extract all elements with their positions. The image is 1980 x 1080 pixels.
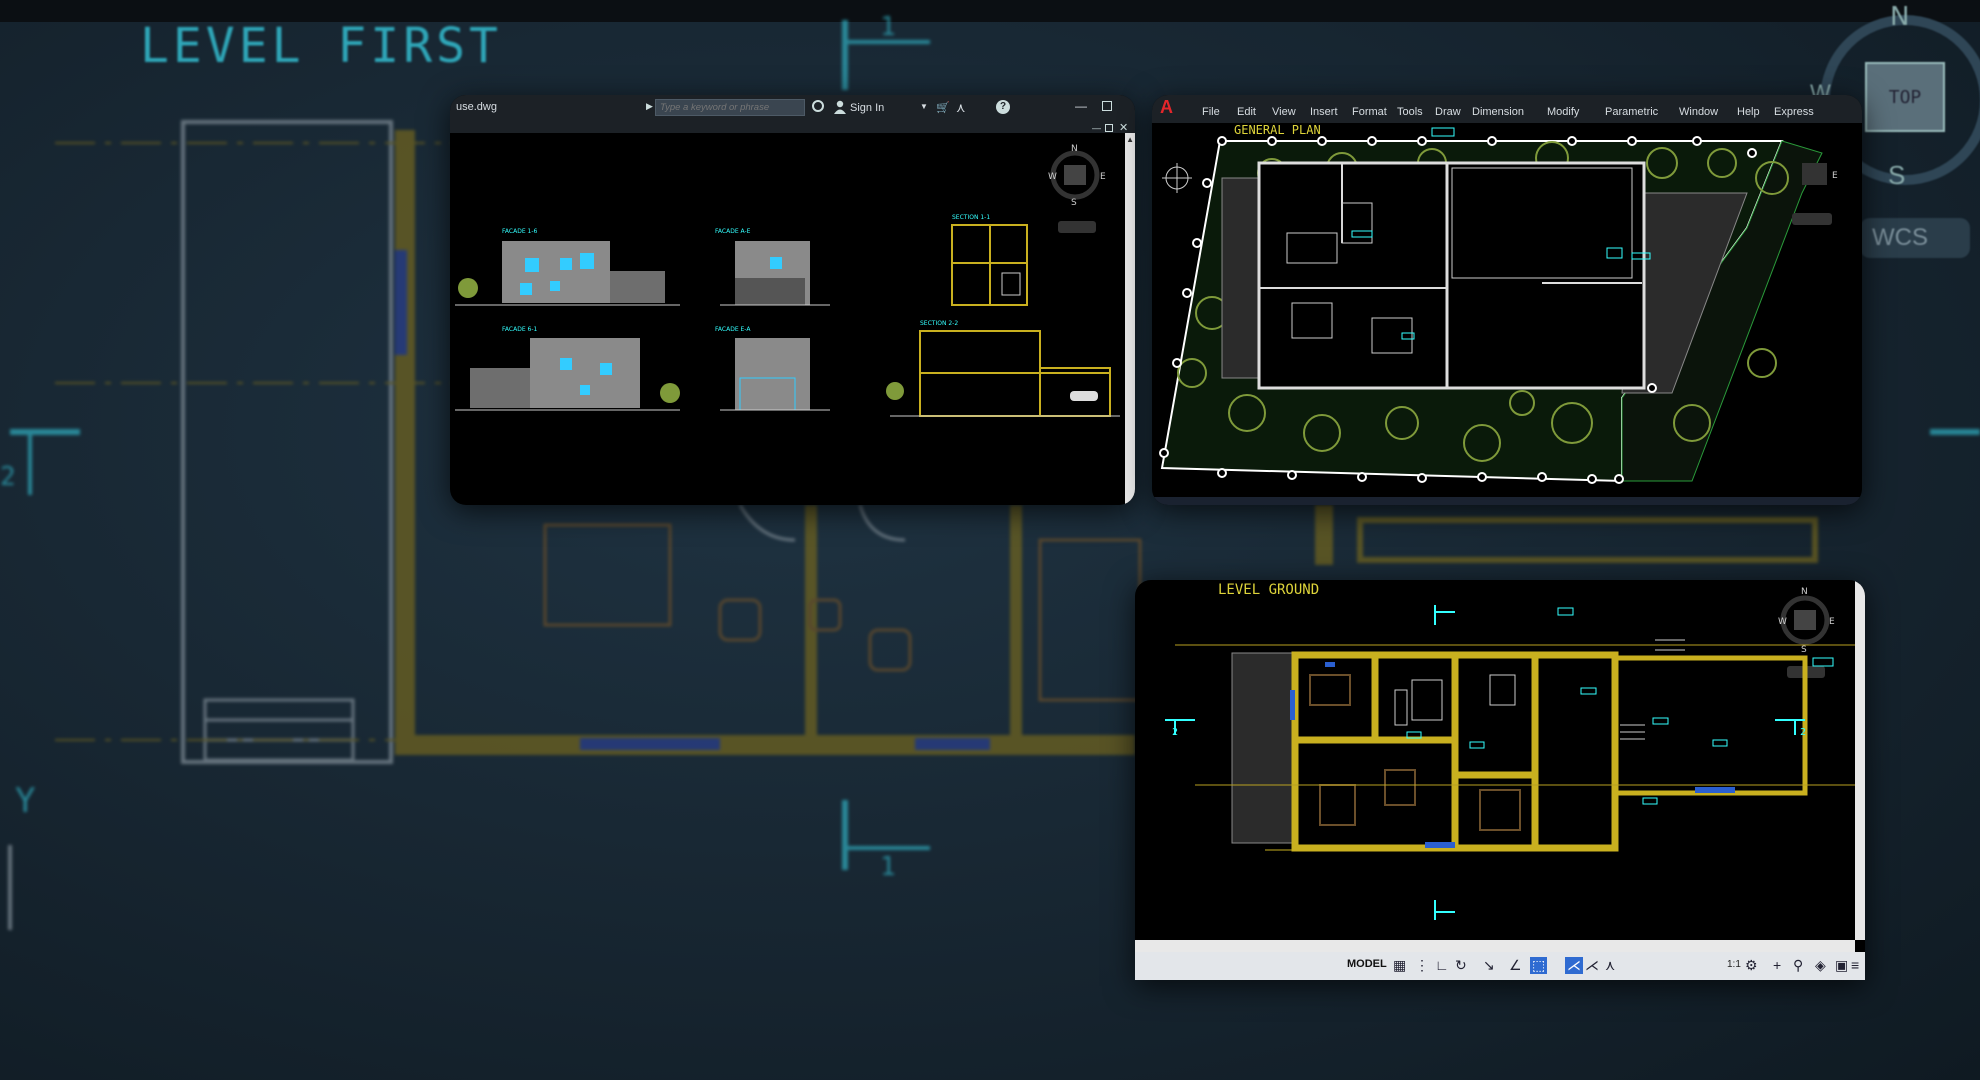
menu-window[interactable]: Window xyxy=(1679,106,1718,118)
general-plan-canvas[interactable]: E xyxy=(1152,123,1862,497)
elevations-window: use.dwg ▶ Sign In ▼ 🛒 ⋏ ? — — ✕ N W E S … xyxy=(450,95,1135,505)
search-input[interactable] xyxy=(655,99,805,116)
cart-icon[interactable]: 🛒 xyxy=(936,101,950,114)
hardware-acceleration-icon[interactable]: ◈ xyxy=(1815,957,1826,974)
compass-s: S xyxy=(1801,645,1807,655)
compass-e: E xyxy=(1832,171,1838,181)
file-name: use.dwg xyxy=(456,101,497,113)
sign-in-button[interactable]: Sign In xyxy=(850,102,884,114)
viewcube-south[interactable]: S xyxy=(1888,160,1905,191)
facade-1-6-label: FACADE 1-6 xyxy=(502,228,537,235)
menu-help[interactable]: Help xyxy=(1737,106,1760,118)
vertical-scrollbar[interactable] xyxy=(1855,580,1865,940)
svg-text:1: 1 xyxy=(880,12,896,42)
menu-draw[interactable]: Draw xyxy=(1435,106,1461,118)
ortho-icon[interactable]: ∟ xyxy=(1435,957,1449,973)
menu-edit[interactable]: Edit xyxy=(1237,106,1256,118)
menu-view[interactable]: View xyxy=(1272,106,1296,118)
auto-scale-icon[interactable]: ⋌ xyxy=(1585,957,1599,974)
compass-s: S xyxy=(1071,198,1077,208)
isolate-objects-icon[interactable]: ⚲ xyxy=(1793,957,1803,974)
svg-text:Y: Y xyxy=(15,781,35,821)
drawing-subbar xyxy=(450,121,1135,133)
section-2-2-label: SECTION 2-2 xyxy=(920,320,958,327)
menu-file[interactable]: File xyxy=(1202,106,1220,118)
compass-w: W xyxy=(1048,172,1057,182)
compass-n: N xyxy=(1071,144,1078,154)
a360-icon[interactable]: ⋏ xyxy=(956,100,966,116)
viewcube-top-face[interactable]: TOP xyxy=(1865,62,1945,132)
wcs-menu[interactable]: WCS xyxy=(1860,218,1970,258)
ucs-crosshair-icon xyxy=(1162,163,1192,193)
add-icon[interactable]: + xyxy=(1773,957,1781,973)
menu-format[interactable]: Format xyxy=(1352,106,1387,118)
minimize-button[interactable]: — xyxy=(1075,99,1087,113)
section-1-1-label: SECTION 1-1 xyxy=(952,214,990,221)
navigation-compass[interactable]: N W E S xyxy=(1048,144,1106,233)
compass-e: E xyxy=(1829,617,1835,627)
workspace-gear-icon[interactable]: ⚙ xyxy=(1745,957,1758,974)
general-plan-title: GENERAL PLAN xyxy=(1234,123,1321,137)
polar-icon[interactable]: ↻ xyxy=(1455,957,1467,974)
osnap-tracking-icon[interactable]: ↘ xyxy=(1483,957,1495,974)
level-ground-canvas[interactable]: N W E S 2 2 xyxy=(1135,580,1855,940)
grid-marker-2-left: 2 xyxy=(1172,727,1178,738)
horizontal-scrollbar[interactable] xyxy=(1135,940,1855,952)
compass-n: N xyxy=(1801,587,1808,597)
menu-express[interactable]: Express xyxy=(1774,106,1814,118)
svg-text:1: 1 xyxy=(880,852,896,882)
clean-screen-icon[interactable]: ▣ xyxy=(1835,957,1848,974)
bottom-strip xyxy=(1152,497,1862,505)
annotation-visibility-icon[interactable]: ⋌ xyxy=(1565,957,1583,974)
general-plan-window: A File Edit View Insert Format Tools Dra… xyxy=(1152,95,1862,505)
sign-in-dropdown-icon[interactable]: ▼ xyxy=(920,102,928,111)
menu-dimension[interactable]: Dimension xyxy=(1472,106,1524,118)
selection-cycling-icon[interactable]: ⬚ xyxy=(1530,957,1548,974)
facade-a-e-label: FACADE A-E xyxy=(715,228,751,235)
customization-icon[interactable]: ≡ xyxy=(1851,957,1859,973)
drawing-minimize-button[interactable]: — xyxy=(1092,123,1101,133)
menu-bar: A File Edit View Insert Format Tools Dra… xyxy=(1152,95,1862,123)
vertical-scrollbar[interactable] xyxy=(1125,133,1135,505)
elevations-canvas[interactable]: N W E S FACADE 1-6 FACADE A-E SECTION 1-… xyxy=(450,133,1125,505)
search-expand-icon[interactable]: ▶ xyxy=(646,101,653,112)
svg-text:2: 2 xyxy=(0,462,16,492)
search-icon[interactable] xyxy=(812,100,824,112)
help-icon[interactable]: ? xyxy=(996,100,1010,114)
compass-w: W xyxy=(1778,617,1787,627)
snap-icon[interactable]: ⋮ xyxy=(1415,957,1429,974)
autocad-logo-icon[interactable]: A xyxy=(1160,97,1173,118)
level-ground-window: N W E S 2 2 LEVEL GROUND MODEL ▦ ⋮ ∟ ↻ ↘… xyxy=(1135,580,1865,980)
grid-icon[interactable]: ▦ xyxy=(1393,957,1406,974)
level-ground-title: LEVEL GROUND xyxy=(1218,582,1320,598)
status-bar: MODEL ▦ ⋮ ∟ ↻ ↘ ∠ ⬚ ⋌ ⋌ ⋏ 1:1 ⚙ + ⚲ ◈ ▣ … xyxy=(1135,952,1865,980)
user-icon[interactable] xyxy=(834,100,846,114)
object-snap-icon[interactable]: ∠ xyxy=(1509,957,1522,974)
menu-tools[interactable]: Tools xyxy=(1397,106,1423,118)
facade-6-1-label: FACADE 6-1 xyxy=(502,326,537,333)
maximize-button[interactable] xyxy=(1102,101,1112,111)
title-bar: use.dwg ▶ Sign In ▼ 🛒 ⋏ ? — xyxy=(450,95,1135,121)
background-level-title: LEVEL FIRST xyxy=(140,18,502,74)
menu-modify[interactable]: Modify xyxy=(1547,106,1579,118)
grid-marker-2-right: 2 xyxy=(1800,727,1806,738)
viewcube-north[interactable]: N xyxy=(1890,2,1909,32)
scroll-up-icon[interactable]: ▲ xyxy=(1126,135,1134,144)
menu-insert[interactable]: Insert xyxy=(1310,106,1338,118)
annotation-scale-value[interactable]: 1:1 xyxy=(1727,959,1741,970)
compass-e: E xyxy=(1100,172,1106,182)
facade-e-a-label: FACADE E-A xyxy=(715,326,751,333)
model-space-toggle[interactable]: MODEL xyxy=(1347,958,1387,970)
menu-parametric[interactable]: Parametric xyxy=(1605,106,1658,118)
drawing-restore-button[interactable] xyxy=(1105,124,1113,132)
annotation-scale-icon[interactable]: ⋏ xyxy=(1605,957,1615,974)
